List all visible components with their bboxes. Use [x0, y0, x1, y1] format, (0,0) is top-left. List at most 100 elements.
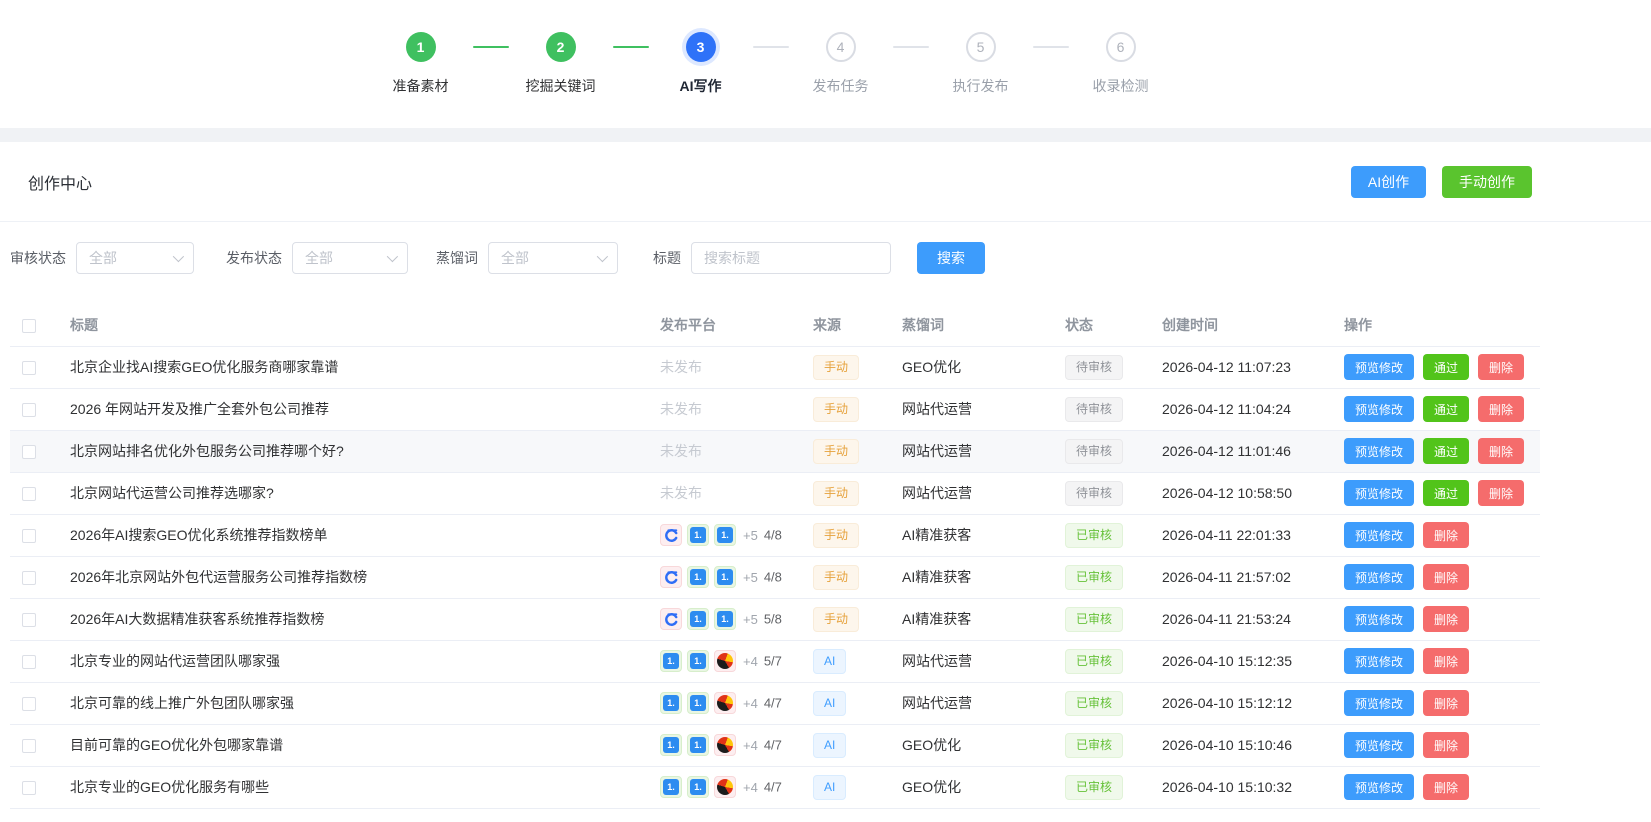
- audit-status-select[interactable]: 全部: [76, 242, 194, 274]
- pass-button[interactable]: 通过: [1423, 438, 1470, 464]
- chevron-down-icon: [596, 250, 609, 263]
- delete-button[interactable]: 删除: [1423, 732, 1470, 758]
- distill-word-cell: 网站代运营: [892, 430, 1055, 473]
- checkbox-cell: [10, 472, 60, 515]
- delete-button[interactable]: 删除: [1478, 480, 1525, 506]
- delete-button[interactable]: 删除: [1423, 648, 1470, 674]
- title-filter-label: 标题: [653, 250, 681, 266]
- step-1: 1 准备素材: [376, 32, 466, 96]
- title-cell: 2026年AI大数据精准获客系统推荐指数榜: [60, 598, 650, 641]
- delete-button[interactable]: 删除: [1423, 774, 1470, 800]
- title-search-input[interactable]: [691, 242, 891, 274]
- preview-button[interactable]: 预览修改: [1344, 354, 1415, 380]
- one-badge-glyph: 1.: [663, 695, 679, 711]
- delete-button[interactable]: 删除: [1423, 690, 1470, 716]
- platform-more-count: +5: [743, 569, 758, 585]
- one-badge-glyph: 1.: [690, 569, 706, 585]
- status-cell: 待审核: [1055, 346, 1152, 389]
- created-time-cell: 2026-04-11 21:57:02: [1152, 556, 1334, 599]
- publish-status-select[interactable]: 全部: [292, 242, 408, 274]
- title-cell: 北京企业找AI搜索GEO优化服务商哪家靠谱: [60, 346, 650, 389]
- stepper: 1 准备素材 2 挖掘关键词 3 AI写作 4 发布任务 5 执行发布 6 收录检测: [376, 32, 1166, 96]
- preview-button[interactable]: 预览修改: [1344, 396, 1415, 422]
- table-body: 北京企业找AI搜索GEO优化服务商哪家靠谱 未发布 手动 GEO优化 待审核 2026-0…: [10, 346, 1540, 809]
- platform-cell: 1. 1. +5 4/8: [650, 514, 803, 557]
- row-checkbox[interactable]: [22, 529, 36, 544]
- preview-button[interactable]: 预览修改: [1344, 564, 1415, 590]
- status-cell: 已审核: [1055, 724, 1152, 767]
- source-tag: 手动: [813, 438, 860, 464]
- preview-button[interactable]: 预览修改: [1344, 690, 1415, 716]
- status-cell: 待审核: [1055, 472, 1152, 515]
- platform-cell: 1. 1. +5 4/8: [650, 556, 803, 599]
- one-badge-glyph: 1.: [690, 653, 706, 669]
- row-checkbox[interactable]: [22, 739, 36, 754]
- distill-word-cell: AI精准获客: [892, 514, 1055, 557]
- distill-word-select[interactable]: 全部: [488, 242, 618, 274]
- row-checkbox[interactable]: [22, 655, 36, 670]
- creation-center-card: 创作中心 AI创作 手动创作 审核状态 全部 发布状态 全部 蒸馏词 全部 标题…: [0, 142, 1651, 822]
- step-1-label: 准备素材: [392, 78, 449, 94]
- row-checkbox[interactable]: [22, 361, 36, 376]
- row-checkbox[interactable]: [22, 781, 36, 796]
- preview-button[interactable]: 预览修改: [1344, 522, 1415, 548]
- checkbox-cell: [10, 766, 60, 809]
- preview-button[interactable]: 预览修改: [1344, 732, 1415, 758]
- platform-cell: 1. 1. +4 4/7: [650, 766, 803, 809]
- column-actions: 操作: [1334, 304, 1540, 347]
- platform-publish-ratio: 5/8: [763, 611, 782, 627]
- distill-word-cell: AI精准获客: [892, 598, 1055, 641]
- manual-create-button[interactable]: 手动创作: [1442, 165, 1532, 198]
- pass-button[interactable]: 通过: [1423, 396, 1470, 422]
- platform-icon-c: [660, 566, 682, 588]
- pass-button[interactable]: 通过: [1423, 354, 1470, 380]
- status-badge: 待审核: [1065, 480, 1124, 506]
- platform-publish-ratio: 4/7: [763, 695, 782, 711]
- one-badge-glyph: 1.: [663, 779, 679, 795]
- ai-create-button[interactable]: AI创作: [1350, 165, 1427, 198]
- step-6-label: 收录检测: [1092, 78, 1149, 94]
- column-source: 来源: [803, 304, 892, 347]
- platform-more-count: +5: [743, 611, 758, 627]
- delete-button[interactable]: 删除: [1423, 522, 1470, 548]
- status-badge: 已审核: [1065, 564, 1124, 590]
- row-checkbox[interactable]: [22, 403, 36, 418]
- title-cell: 北京网站排名优化外包服务公司推荐哪个好?: [60, 430, 650, 473]
- search-button[interactable]: 搜索: [917, 242, 985, 274]
- delete-button[interactable]: 删除: [1423, 564, 1470, 590]
- step-3-circle: 3: [685, 32, 716, 62]
- unpublished-label: 未发布: [660, 485, 702, 501]
- source-cell: AI: [803, 766, 892, 809]
- pass-button[interactable]: 通过: [1423, 480, 1470, 506]
- row-checkbox[interactable]: [22, 445, 36, 460]
- select-all-checkbox[interactable]: [22, 318, 36, 333]
- source-tag: 手动: [813, 522, 860, 548]
- preview-button[interactable]: 预览修改: [1344, 648, 1415, 674]
- platform-cell: 1. 1. +4 4/7: [650, 724, 803, 767]
- platform-more-count: +5: [743, 527, 758, 543]
- row-checkbox[interactable]: [22, 613, 36, 628]
- status-badge: 已审核: [1065, 732, 1124, 758]
- preview-button[interactable]: 预览修改: [1344, 774, 1415, 800]
- created-time-cell: 2026-04-11 21:53:24: [1152, 598, 1334, 641]
- status-badge: 已审核: [1065, 648, 1124, 674]
- delete-button[interactable]: 删除: [1478, 354, 1525, 380]
- platform-publish-ratio: 4/7: [763, 737, 782, 753]
- actions-cell: 预览修改 通过 删除: [1334, 430, 1540, 473]
- preview-button[interactable]: 预览修改: [1344, 438, 1415, 464]
- source-tag: AI: [813, 648, 847, 674]
- delete-button[interactable]: 删除: [1478, 396, 1525, 422]
- row-checkbox[interactable]: [22, 571, 36, 586]
- platform-icon-flame: [714, 692, 736, 714]
- row-checkbox[interactable]: [22, 487, 36, 502]
- column-platform: 发布平台: [650, 304, 803, 347]
- preview-button[interactable]: 预览修改: [1344, 606, 1415, 632]
- delete-button[interactable]: 删除: [1423, 606, 1470, 632]
- delete-button[interactable]: 删除: [1478, 438, 1525, 464]
- actions-cell: 预览修改 删除: [1334, 724, 1540, 767]
- audit-status-value: 全部: [89, 250, 117, 266]
- preview-button[interactable]: 预览修改: [1344, 480, 1415, 506]
- platform-icon-one: 1.: [714, 566, 736, 588]
- row-checkbox[interactable]: [22, 697, 36, 712]
- step-4-circle: 4: [825, 32, 856, 62]
